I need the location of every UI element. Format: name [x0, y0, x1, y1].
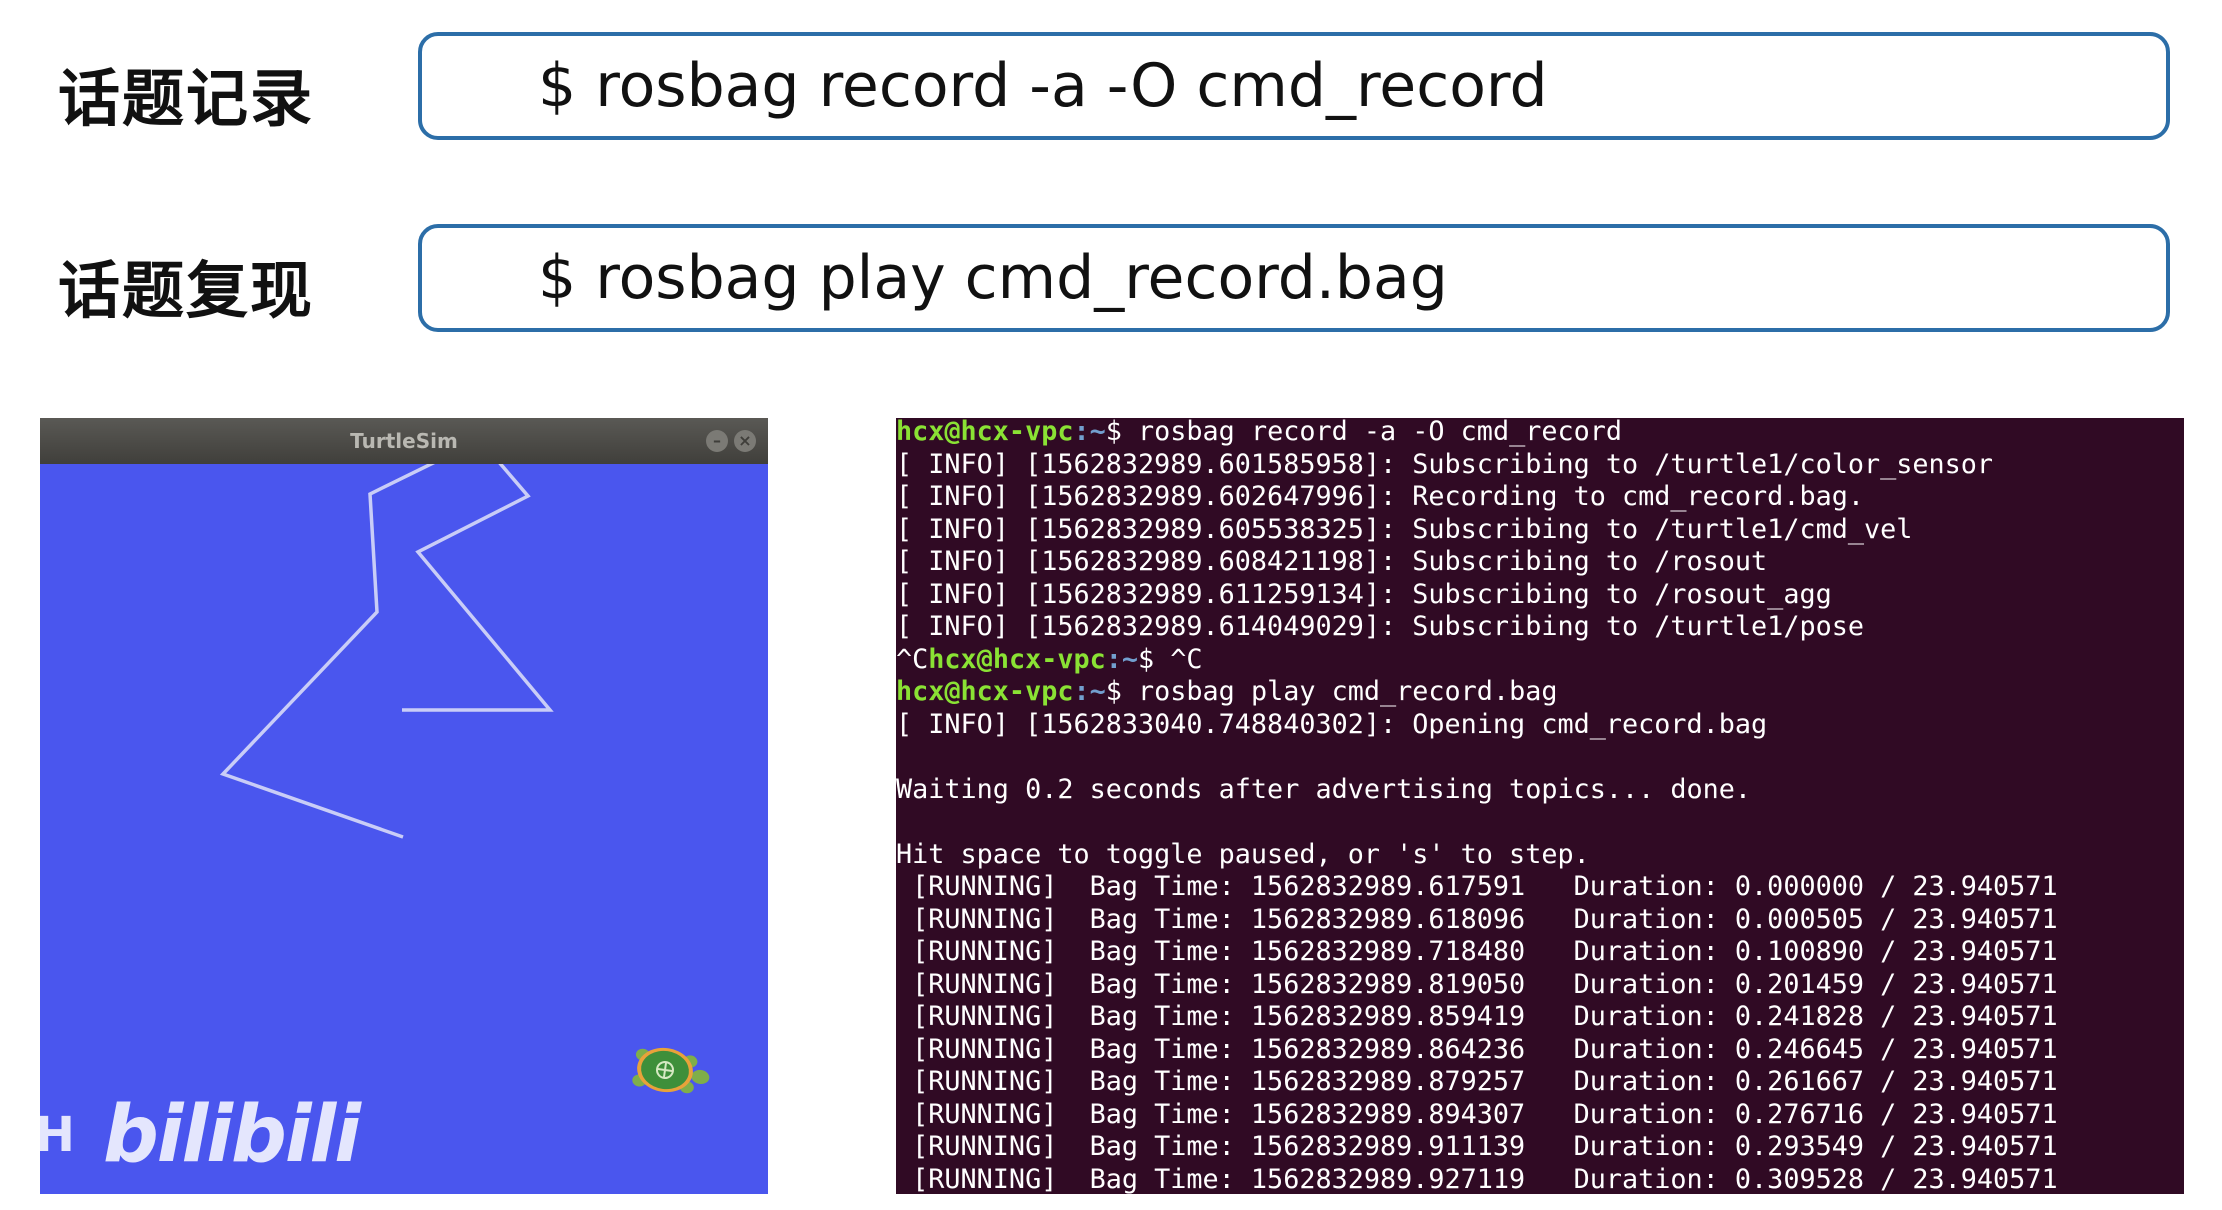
terminal-prompt-line: ^Chcx@hcx-vpc:~$ ^C: [896, 644, 2058, 677]
terminal-prompt-prefix: ^C: [896, 643, 929, 675]
terminal-line: [RUNNING] Bag Time: 1562832989.618096 Du…: [896, 903, 2058, 935]
terminal-line: [RUNNING] Bag Time: 1562832989.879257 Du…: [896, 1066, 2058, 1097]
terminal-line: [RUNNING] Bag Time: 1562832989.617591 Du…: [896, 871, 2058, 902]
record-command-text: $ rosbag record -a -O cmd_record: [538, 51, 1548, 121]
bilibili-logo: bilibili: [102, 1090, 361, 1180]
watermark: YH bilibili: [0, 1090, 361, 1180]
terminal-prompt-command: $ ^C: [1138, 643, 1203, 675]
terminal-line: [ INFO] [1562832989.614049029]: Subscrib…: [896, 611, 1864, 642]
terminal-line: [ INFO] [1562832989.602647996]: Recordin…: [896, 481, 1864, 512]
terminal-prompt-line: hcx@hcx-vpc:~$ rosbag play cmd_record.ba…: [896, 676, 2058, 709]
terminal-line: [RUNNING] Bag Time: 1562832989.894307 Du…: [896, 1098, 2058, 1130]
terminal-line: [RUNNING] Bag Time: 1562832989.911139 Du…: [896, 1131, 2058, 1162]
replay-topic-label: 话题复现: [58, 254, 315, 327]
terminal-prompt-user: hcx@hcx-vpc: [928, 643, 1106, 675]
replay-command-text: $ rosbag play cmd_record.bag: [538, 243, 1448, 313]
minimize-icon[interactable]: –: [706, 430, 728, 452]
terminal-line: Waiting 0.2 seconds after advertising to…: [896, 773, 1752, 805]
close-icon[interactable]: ×: [734, 430, 756, 452]
terminal-line: [RUNNING] Bag Time: 1562832989.718480 Du…: [896, 936, 2058, 967]
terminal-prompt-path: :~: [1073, 418, 1106, 447]
terminal-prompt-user: hcx@hcx-vpc: [896, 676, 1074, 707]
turtlesim-title: TurtleSim: [350, 429, 458, 453]
terminal-line: [ INFO] [1562832989.608421198]: Subscrib…: [896, 546, 1768, 577]
terminal-prompt-line: hcx@hcx-vpc:~$ rosbag record -a -O cmd_r…: [896, 418, 2058, 449]
terminal-prompt-path: :~: [1073, 676, 1106, 707]
terminal-line: [ INFO] [1562832989.601585958]: Subscrib…: [896, 448, 1994, 480]
replay-command-box: $ rosbag play cmd_record.bag: [418, 224, 2170, 332]
turtle-path: [219, 464, 554, 839]
terminal-line: [RUNNING] Bag Time: 1562832989.864236 Du…: [896, 1033, 2058, 1065]
terminal-prompt-command: $ rosbag record -a -O cmd_record: [1105, 418, 1623, 447]
terminal-line: [ INFO] [1562832989.611259134]: Subscrib…: [896, 578, 1832, 610]
terminal-line: [RUNNING] Bag Time: 1562832989.859419 Du…: [896, 1001, 2058, 1032]
turtlesim-titlebar[interactable]: TurtleSim – ×: [40, 418, 768, 464]
terminal-prompt-user: hcx@hcx-vpc: [896, 418, 1074, 447]
turtlesim-window[interactable]: TurtleSim – ×: [40, 418, 768, 1194]
turtlesim-canvas: [219, 464, 710, 1094]
watermark-user: YH: [0, 1107, 75, 1163]
terminal-line: [ INFO] [1562832989.605538325]: Subscrib…: [896, 513, 1913, 545]
terminal-output: hcx@hcx-vpc:~$ rosbag record -a -O cmd_r…: [896, 418, 2058, 1194]
terminal-prompt-path: :~: [1105, 643, 1139, 675]
terminal-line: Hit space to toggle paused, or 's' to st…: [896, 838, 1590, 870]
record-topic-label: 话题记录: [58, 62, 315, 135]
turtle-icon: [632, 1047, 710, 1094]
terminal-prompt-command: $ rosbag play cmd_record.bag: [1105, 676, 1558, 707]
terminal-line: [RUNNING] Bag Time: 1562832989.819050 Du…: [896, 968, 2058, 1000]
record-command-box: $ rosbag record -a -O cmd_record: [418, 32, 2170, 140]
terminal-window[interactable]: hcx@hcx-vpc:~$ rosbag record -a -O cmd_r…: [896, 418, 2184, 1194]
terminal-line: [ INFO] [1562833040.748840302]: Opening …: [896, 708, 1768, 740]
terminal-line: [RUNNING] Bag Time: 1562832989.927119 Du…: [896, 1163, 2058, 1195]
